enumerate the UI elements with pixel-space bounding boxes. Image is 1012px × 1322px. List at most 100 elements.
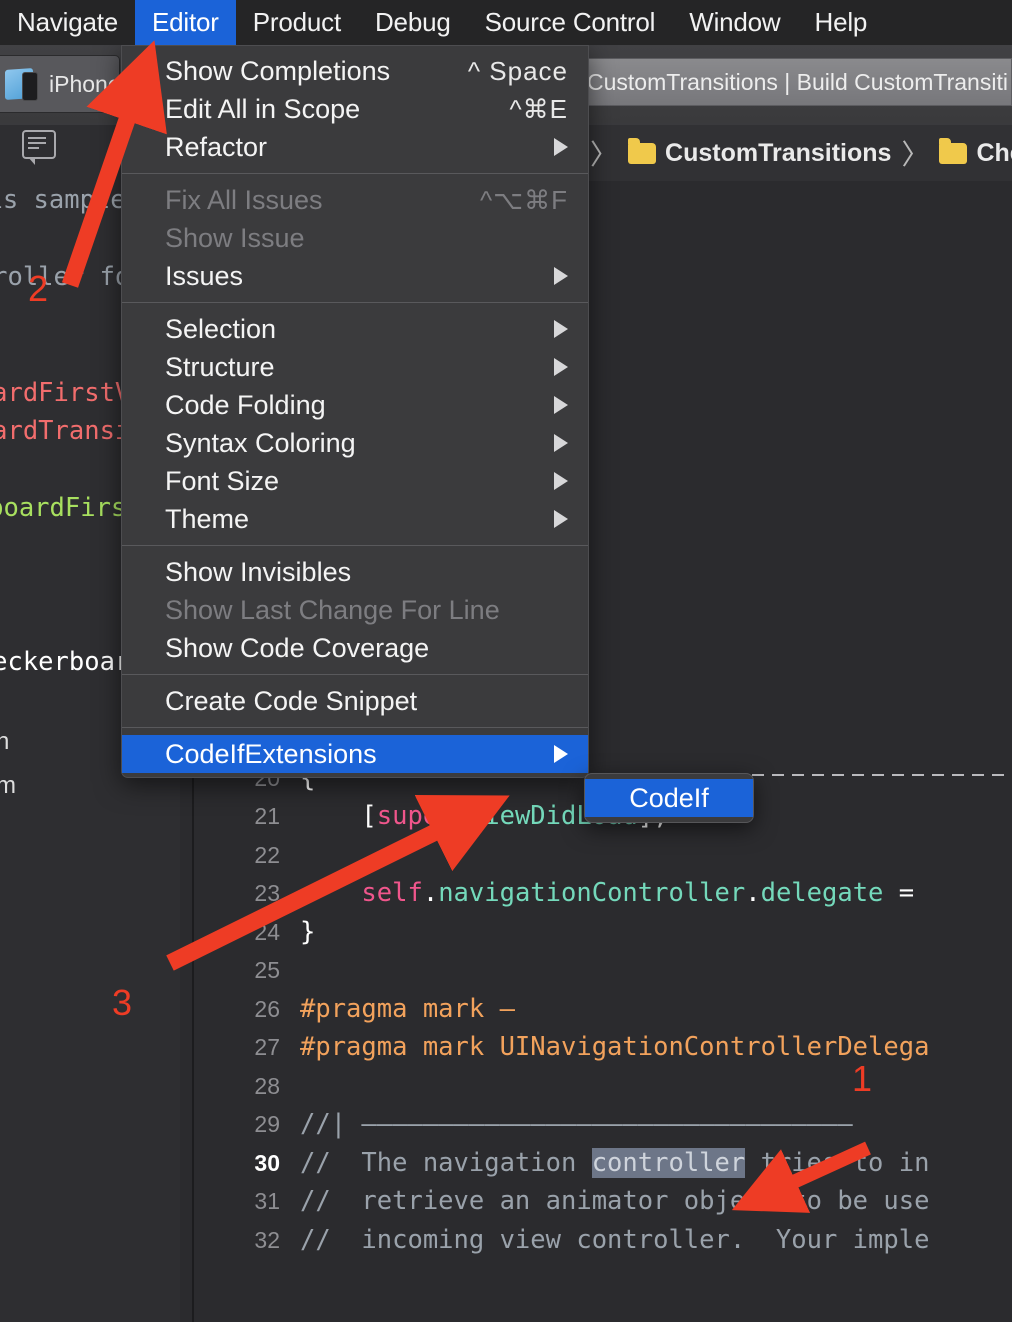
code-line[interactable]: 29 //| ———————————————————————————————— <box>180 1105 1012 1144</box>
code-line[interactable]: 24} <box>180 913 1012 952</box>
scheme-label: iPhone <box>49 70 121 97</box>
navigator-file-letter-m[interactable]: m <box>0 772 16 800</box>
submenu-item-codeif[interactable]: CodeIf <box>585 779 753 817</box>
line-number: 30 <box>254 1149 280 1176</box>
scheme-selector[interactable]: iPhone <box>0 55 121 113</box>
submenu-arrow-icon <box>554 745 568 763</box>
code-line[interactable]: 25 <box>180 951 1012 990</box>
menu-item-code-folding[interactable]: Code Folding <box>122 386 588 424</box>
line-number: 23 <box>254 880 280 906</box>
code-line[interactable]: 26 #pragma mark – <box>180 990 1012 1029</box>
menu-item-show-completions[interactable]: Show Completions ^ Space <box>122 52 588 90</box>
line-text: // The navigation controller tries to in <box>300 1144 929 1183</box>
annotation-number-3: 3 <box>112 982 133 1023</box>
breadcrumb-separator: 〉 <box>901 139 930 170</box>
code-token: self <box>300 878 423 908</box>
code-line[interactable]: 27 #pragma mark UINavigationControllerDel… <box>180 1028 1012 1067</box>
submenu-item-label: CodeIf <box>629 782 709 813</box>
code-line[interactable]: 28 <box>180 1067 1012 1106</box>
code-line[interactable]: 23 self.navigationController.delegate = <box>180 874 1012 913</box>
line-text: #pragma mark – <box>300 990 515 1029</box>
line-number: 29 <box>254 1111 280 1137</box>
line-number: 24 <box>254 918 280 945</box>
menu-item-label: Theme <box>165 503 250 534</box>
menu-item-create-code-snippet[interactable]: Create Code Snippet <box>122 682 588 720</box>
code-token: // incoming view controller. Your imple <box>300 1224 930 1255</box>
menu-separator <box>122 173 588 174</box>
menu-item-theme[interactable]: Theme <box>122 500 588 538</box>
menu-item-label: Show Code Coverage <box>165 632 430 663</box>
line-text: } <box>300 913 315 952</box>
menu-item-label: Edit All in Scope <box>165 93 361 124</box>
code-token: navigationController <box>438 878 746 908</box>
submenu-arrow-icon <box>554 434 568 452</box>
menu-item-label: Show Invisibles <box>165 556 352 587</box>
code-token: //| ———————————————————————————————— <box>300 1109 853 1139</box>
menu-item-selection[interactable]: Selection <box>122 310 588 348</box>
code-token: tries to in <box>745 1147 930 1178</box>
line-number: 26 <box>254 995 280 1022</box>
line-number: 28 <box>254 1072 280 1099</box>
menu-item-shortcut: ^ Space <box>467 55 568 86</box>
submenu-arrow-icon <box>554 510 568 528</box>
line-text: // incoming view controller. Your imple <box>300 1221 929 1260</box>
menu-item-label: Show Issue <box>165 222 305 253</box>
breadcrumb-item-customtransitions[interactable]: CustomTransitions <box>665 139 891 168</box>
menubar-item-debug[interactable]: Debug <box>358 0 468 45</box>
status-text: CustomTransitions | Build CustomTransiti <box>587 68 1008 95</box>
menu-item-label: Create Code Snippet <box>165 685 418 716</box>
breadcrumb: 〉 CustomTransitions 〉 Checkerbo <box>580 125 1012 181</box>
code-token: // retrieve an animator object to be use <box>300 1186 930 1216</box>
editor-dropdown-menu[interactable]: Show Completions ^ Space Edit All in Scope… <box>121 45 589 778</box>
code-token: . <box>745 878 761 908</box>
menu-item-shortcut: ^⌘E <box>509 93 568 124</box>
menu-item-label: Syntax Coloring <box>165 427 356 458</box>
line-text: #pragma mark UINavigationControllerDeleg… <box>300 1028 929 1067</box>
code-token: // The navigation <box>300 1147 592 1178</box>
menu-item-label: Issues <box>165 260 244 291</box>
code-token: #pragma mark UINavigationControllerDeleg… <box>300 1032 930 1062</box>
codeif-extensions-submenu[interactable]: CodeIf <box>584 773 754 823</box>
code-line[interactable]: 30 // The navigation controller tries to … <box>180 1144 1012 1183</box>
menu-item-refactor[interactable]: Refactor <box>122 128 588 166</box>
menu-item-codeifextensions[interactable]: CodeIfExtensions <box>122 735 588 773</box>
menubar-item-product[interactable]: Product <box>236 0 358 45</box>
menubar-item-window[interactable]: Window <box>672 0 797 45</box>
submenu-arrow-icon <box>554 320 568 338</box>
menu-item-label: Selection <box>165 313 277 344</box>
line-text: self.navigationController.delegate = <box>300 874 929 913</box>
code-token: = <box>883 878 930 908</box>
dashed-guide-line <box>752 774 1012 776</box>
menu-separator <box>122 674 588 675</box>
code-line[interactable]: 22 <box>180 836 1012 875</box>
breadcrumb-item-checkerboard[interactable]: Checkerbo <box>976 139 1012 168</box>
line-number: 21 <box>254 803 280 829</box>
code-token: delegate <box>760 878 884 908</box>
submenu-arrow-icon <box>554 358 568 376</box>
menubar-item-editor[interactable]: Editor <box>135 0 236 45</box>
annotation-number-1: 1 <box>852 1058 873 1099</box>
menu-separator <box>122 727 588 728</box>
menu-item-show-invisibles[interactable]: Show Invisibles <box>122 553 588 591</box>
code-line[interactable]: 31 // retrieve an animator object to be u… <box>180 1182 1012 1221</box>
menu-item-issues[interactable]: Issues <box>122 257 588 295</box>
comment-bubble-icon[interactable] <box>22 130 56 165</box>
line-text: // retrieve an animator object to be use <box>300 1182 929 1221</box>
menu-item-edit-all-in-scope[interactable]: Edit All in Scope ^⌘E <box>122 90 588 128</box>
menu-item-label: Code Folding <box>165 389 326 420</box>
menubar-item-navigate[interactable]: Navigate <box>0 0 135 45</box>
menubar-item-source-control[interactable]: Source Control <box>468 0 673 45</box>
menu-item-font-size[interactable]: Font Size <box>122 462 588 500</box>
navigator-file-letter-h[interactable]: h <box>0 728 9 756</box>
code-line[interactable]: 32 // incoming view controller. Your impl… <box>180 1221 1012 1260</box>
menu-separator <box>122 545 588 546</box>
menu-item-structure[interactable]: Structure <box>122 348 588 386</box>
line-number: 31 <box>254 1188 280 1214</box>
folder-icon <box>939 137 968 164</box>
macos-menubar[interactable]: Navigate Editor Product Debug Source Control… <box>0 0 1012 45</box>
menu-item-label: Font Size <box>165 465 280 496</box>
line-number: 22 <box>254 841 280 868</box>
menu-item-syntax-coloring[interactable]: Syntax Coloring <box>122 424 588 462</box>
menu-item-show-code-coverage[interactable]: Show Code Coverage <box>122 629 588 667</box>
menubar-item-help[interactable]: Help <box>798 0 885 45</box>
